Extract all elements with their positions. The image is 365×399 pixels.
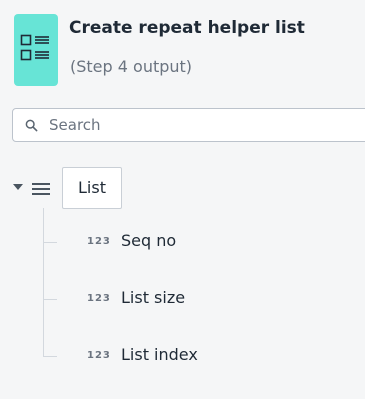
field-list-index[interactable]: List index xyxy=(121,345,198,364)
number-type-icon: 123 xyxy=(87,236,111,247)
tree-root-list[interactable]: List xyxy=(62,167,122,209)
list-icon xyxy=(32,183,50,195)
step-header: Create repeat helper list (Step 4 output… xyxy=(14,14,365,86)
step-subtitle: (Step 4 output) xyxy=(70,57,193,76)
search-box[interactable] xyxy=(12,108,365,142)
search-icon xyxy=(25,119,38,132)
tree-branch xyxy=(43,356,57,357)
tree-branch xyxy=(43,242,57,243)
number-type-icon: 123 xyxy=(87,293,111,304)
number-type-icon: 123 xyxy=(87,350,111,361)
checklist-icon xyxy=(14,14,58,86)
collapse-caret-icon[interactable] xyxy=(13,184,23,190)
step-title: Create repeat helper list xyxy=(69,18,305,38)
field-list-size[interactable]: List size xyxy=(121,288,185,307)
tree-guide-line xyxy=(43,208,44,357)
tree-branch xyxy=(43,299,57,300)
output-tree: List 123 Seq no 123 List size 123 List i… xyxy=(0,165,365,385)
field-seq-no[interactable]: Seq no xyxy=(121,231,176,250)
search-input[interactable] xyxy=(49,110,349,140)
